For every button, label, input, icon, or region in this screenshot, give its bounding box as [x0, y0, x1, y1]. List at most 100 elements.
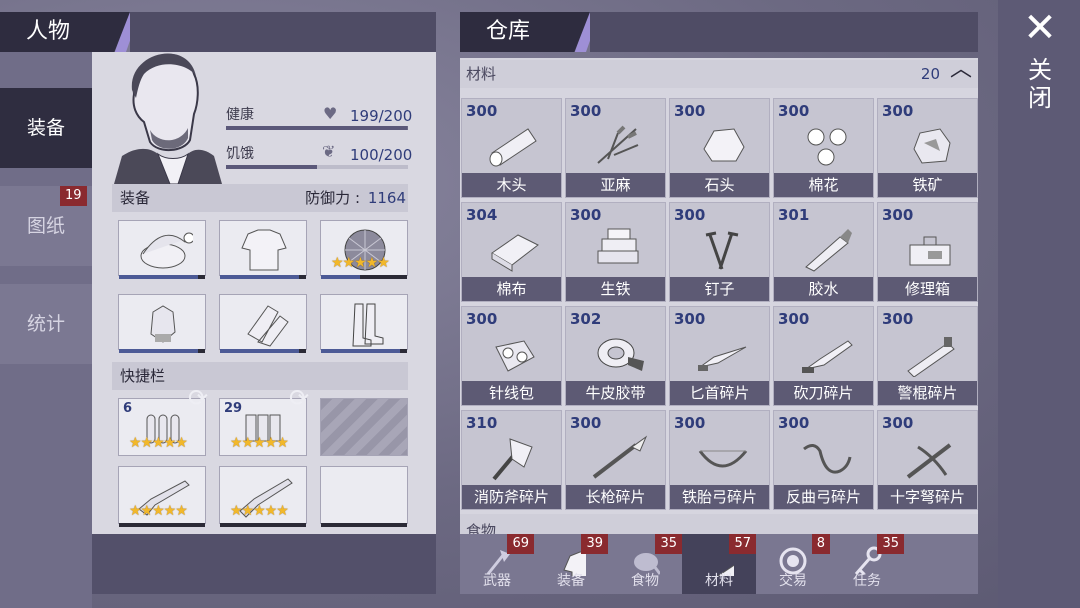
bottom-tab[interactable]: 69 武器 — [460, 534, 534, 594]
star-rating: ★★★★★ — [129, 503, 188, 519]
item-count: 300 — [674, 102, 706, 120]
equipment-slot[interactable] — [118, 294, 206, 353]
item-count: 304 — [466, 206, 498, 224]
equipment-slot[interactable]: ★★★★★ — [320, 220, 408, 279]
bottom-tab[interactable]: 57 材料 — [682, 534, 756, 594]
item-count: 300 — [570, 414, 602, 432]
inventory-item[interactable]: 302 牛皮胶带 — [565, 306, 666, 406]
inventory-item[interactable]: 300 针线包 — [461, 306, 562, 406]
duct-tape-icon — [597, 338, 644, 371]
inventory-item[interactable]: 300 木头 — [461, 98, 562, 198]
refresh-icon[interactable]: ⟳ — [188, 384, 208, 412]
cotton-icon — [807, 128, 847, 166]
glue-icon — [805, 229, 852, 272]
hotbar-section-header: 快捷栏 — [112, 362, 408, 390]
tab-badge: 35 — [877, 534, 904, 554]
durability-bar — [321, 349, 407, 353]
item-count: 300 — [778, 102, 810, 120]
character-title: 人物 — [0, 12, 130, 52]
item-name: 长枪碎片 — [566, 485, 665, 509]
pig-iron-icon — [597, 228, 639, 264]
item-name: 胶水 — [774, 277, 873, 301]
tab-statistics[interactable]: 统计 — [0, 284, 92, 364]
bottom-tab[interactable]: 35 食物 — [608, 534, 682, 594]
item-count: 300 — [882, 310, 914, 328]
item-count: 300 — [778, 310, 810, 328]
refresh-icon[interactable]: ⟳ — [289, 384, 309, 412]
close-icon[interactable]: ✕ — [1022, 8, 1058, 48]
shirt-icon — [241, 229, 287, 271]
close-label[interactable]: 关闭 — [1024, 56, 1056, 112]
item-count: 300 — [570, 206, 602, 224]
item-count: 302 — [570, 310, 602, 328]
stone-icon — [703, 128, 745, 162]
item-count: 300 — [674, 310, 706, 328]
baton-fragment-icon — [907, 337, 955, 377]
equipment-slot[interactable] — [320, 294, 408, 353]
bottom-tab[interactable]: 35 任务 — [830, 534, 904, 594]
item-name: 铁矿 — [878, 173, 977, 197]
inventory-item[interactable]: 300 铁矿 — [877, 98, 978, 198]
character-portrait — [114, 53, 222, 184]
inventory-item[interactable]: 300 生铁 — [565, 202, 666, 302]
item-count: 300 — [882, 102, 914, 120]
repair-kit-icon — [909, 236, 951, 266]
cloth-icon — [491, 234, 539, 272]
item-count: 300 — [882, 206, 914, 224]
sewing-kit-icon — [495, 340, 535, 372]
inventory-item[interactable]: 310 消防斧碎片 — [461, 410, 562, 510]
equipment-slot[interactable] — [118, 220, 206, 279]
item-count: 300 — [466, 310, 498, 328]
item-name: 砍刀碎片 — [774, 381, 873, 405]
category-materials-header[interactable]: 材料 20 ︿ — [460, 57, 978, 88]
inventory-item[interactable]: 300 匕首碎片 — [669, 306, 770, 406]
tab-label: 任务 — [853, 573, 881, 589]
item-count: 301 — [778, 206, 810, 224]
inventory-item[interactable]: 300 修理箱 — [877, 202, 978, 302]
inventory-item[interactable]: 300 砍刀碎片 — [773, 306, 874, 406]
chevron-up-icon[interactable]: ︿ — [950, 56, 972, 84]
pants-icon — [247, 305, 289, 347]
dagger-fragment-icon — [698, 346, 747, 371]
health-bar — [226, 126, 408, 130]
defense-value: 1164 — [367, 189, 406, 207]
inventory-item[interactable]: 300 铁胎弓碎片 — [669, 410, 770, 510]
inventory-item[interactable]: 300 亚麻 — [565, 98, 666, 198]
inventory-item[interactable]: 300 长枪碎片 — [565, 410, 666, 510]
hotbar-slot[interactable] — [320, 466, 408, 527]
recurve-bow-fragment-icon — [803, 444, 852, 474]
hotbar-count: 29 — [224, 401, 243, 416]
tab-equipment[interactable]: 装备 — [0, 88, 92, 168]
equipment-slot[interactable] — [219, 294, 307, 353]
hotbar-slot[interactable]: ★★★★★ — [219, 466, 307, 527]
item-name: 铁胎弓碎片 — [670, 485, 769, 509]
bottom-tab[interactable]: 39 装备 — [534, 534, 608, 594]
tab-badge: 69 — [507, 534, 534, 554]
bottom-tab[interactable]: 8 交易 — [756, 534, 830, 594]
inventory-item[interactable]: 304 棉布 — [461, 202, 562, 302]
health-value: 199/200 — [350, 107, 413, 125]
inventory-item[interactable]: 300 钉子 — [669, 202, 770, 302]
hunger-bar — [226, 165, 408, 169]
spear-fragment-icon — [592, 435, 648, 479]
boots-icon — [352, 303, 384, 347]
inventory-item[interactable]: 300 十字弩碎片 — [877, 410, 978, 510]
inventory-item[interactable]: 301 胶水 — [773, 202, 874, 302]
hotbar-slot[interactable]: ★★★★★ — [118, 466, 206, 527]
durability-bar — [119, 349, 205, 353]
category-label: 材料 — [466, 65, 497, 83]
item-count: 300 — [882, 414, 914, 432]
item-name: 木头 — [462, 173, 561, 197]
stomach-icon: ❦ — [322, 142, 336, 161]
item-name: 生铁 — [566, 277, 665, 301]
hotbar-slot[interactable] — [320, 398, 408, 456]
tab-badge: 35 — [655, 534, 682, 554]
hotbar-count: 6 — [123, 401, 133, 416]
equipment-slot[interactable] — [219, 220, 307, 279]
star-rating: ★★★★★ — [331, 255, 390, 271]
inventory-item[interactable]: 300 警棍碎片 — [877, 306, 978, 406]
inventory-item[interactable]: 300 棉花 — [773, 98, 874, 198]
inventory-item[interactable]: 300 反曲弓碎片 — [773, 410, 874, 510]
inventory-item[interactable]: 300 石头 — [669, 98, 770, 198]
log-icon — [489, 128, 537, 167]
